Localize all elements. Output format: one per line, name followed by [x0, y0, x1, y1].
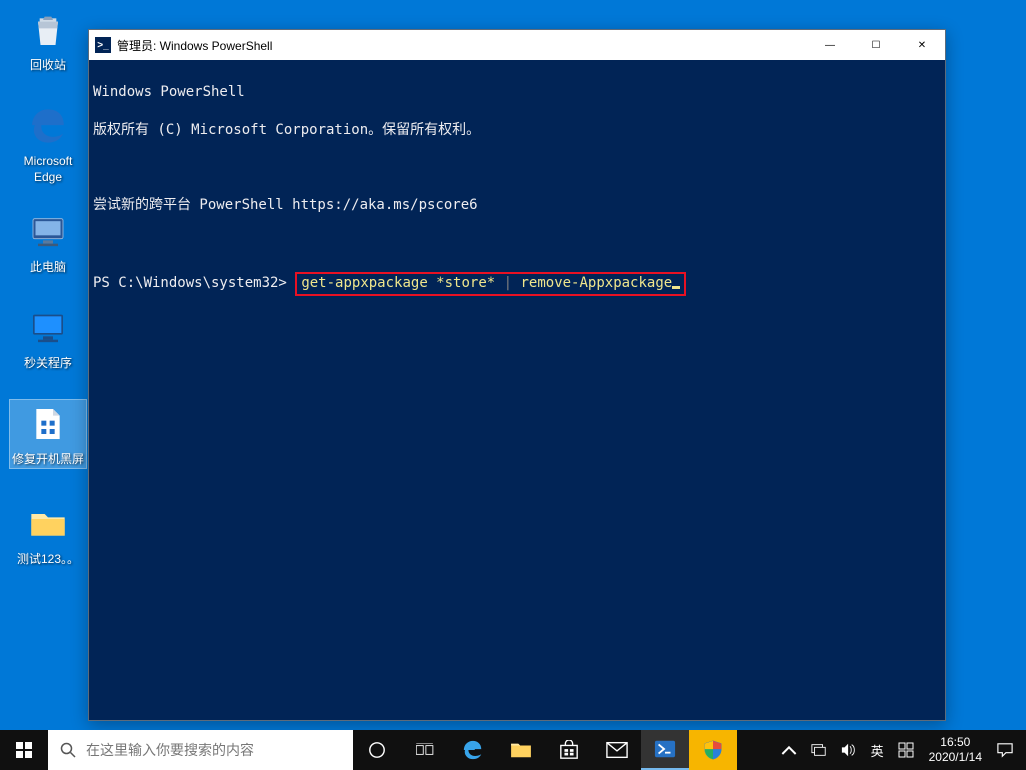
highlighted-command: get-appxpackage *store* | remove-Appxpac…: [295, 272, 686, 296]
task-view-button[interactable]: [401, 730, 449, 770]
cortana-button[interactable]: [353, 730, 401, 770]
taskbar-clock[interactable]: 16:50 2020/1/14: [921, 735, 990, 765]
minimize-button[interactable]: —: [807, 30, 853, 60]
search-icon: [60, 742, 76, 758]
taskbar-app-powershell[interactable]: [641, 730, 689, 770]
window-title: 管理员: Windows PowerShell: [117, 37, 807, 54]
clock-date: 2020/1/14: [929, 750, 982, 765]
desktop-icon-edge[interactable]: Microsoft Edge: [10, 102, 86, 185]
taskbar-app-security[interactable]: [689, 730, 737, 770]
taskbar-app-explorer[interactable]: [497, 730, 545, 770]
terminal-line: 版权所有 (C) Microsoft Corporation。保留所有权利。: [89, 121, 945, 140]
taskbar-app-store[interactable]: [545, 730, 593, 770]
taskbar-app-edge[interactable]: [449, 730, 497, 770]
desktop-icon-label: Microsoft Edge: [10, 154, 86, 185]
powershell-icon: >_: [95, 37, 111, 53]
volume-icon[interactable]: [834, 730, 864, 770]
terminal-prompt-line: PS C:\Windows\system32> get-appxpackage …: [89, 272, 945, 296]
terminal-line: 尝试新的跨平台 PowerShell https://aka.ms/pscore…: [89, 196, 945, 215]
terminal-line: Windows PowerShell: [89, 83, 945, 102]
clock-time: 16:50: [940, 735, 970, 750]
taskbar-search[interactable]: 在这里输入你要搜索的内容: [48, 730, 353, 770]
desktop-icon-label: 修复开机黑屏: [10, 452, 86, 468]
desktop-icon-label: 此电脑: [10, 260, 86, 276]
edge-icon: [24, 102, 72, 150]
ime-mode-icon[interactable]: [891, 730, 921, 770]
cursor: [672, 286, 680, 289]
desktop-icon-label: 测试123。。: [10, 552, 86, 568]
maximize-button[interactable]: ☐: [853, 30, 899, 60]
recycle-bin-icon: [24, 6, 72, 54]
search-placeholder: 在这里输入你要搜索的内容: [86, 740, 254, 760]
desktop-icon-this-pc[interactable]: 此电脑: [10, 208, 86, 276]
desktop-icon-label: 回收站: [10, 58, 86, 74]
tray-overflow-button[interactable]: [774, 730, 804, 770]
folder-icon: [24, 500, 72, 548]
desktop-icon-recycle-bin[interactable]: 回收站: [10, 6, 86, 74]
desktop-icon-shutdown-prog[interactable]: 秒关程序: [10, 304, 86, 372]
shutdown-prog-icon: [24, 304, 72, 352]
network-icon[interactable]: [804, 730, 834, 770]
terminal-line: [89, 158, 945, 177]
fix-blackscreen-icon: [24, 400, 72, 448]
close-button[interactable]: ✕: [899, 30, 945, 60]
taskbar-app-mail[interactable]: [593, 730, 641, 770]
action-center-button[interactable]: [990, 730, 1020, 770]
taskbar: 在这里输入你要搜索的内容 英: [0, 730, 1026, 770]
system-tray: 英 16:50 2020/1/14: [774, 730, 1026, 770]
powershell-window: >_ 管理员: Windows PowerShell — ☐ ✕ Windows…: [88, 29, 946, 721]
start-button[interactable]: [0, 730, 48, 770]
titlebar[interactable]: >_ 管理员: Windows PowerShell — ☐ ✕: [89, 30, 945, 60]
desktop-icon-test-folder[interactable]: 测试123。。: [10, 500, 86, 568]
ime-indicator[interactable]: 英: [864, 730, 891, 770]
desktop-icon-label: 秒关程序: [10, 356, 86, 372]
this-pc-icon: [24, 208, 72, 256]
terminal-body[interactable]: Windows PowerShell 版权所有 (C) Microsoft Co…: [89, 60, 945, 720]
desktop-icon-fix-blackscreen[interactable]: 修复开机黑屏: [10, 400, 86, 468]
terminal-prompt: PS C:\Windows\system32>: [93, 275, 287, 291]
terminal-line: [89, 234, 945, 253]
